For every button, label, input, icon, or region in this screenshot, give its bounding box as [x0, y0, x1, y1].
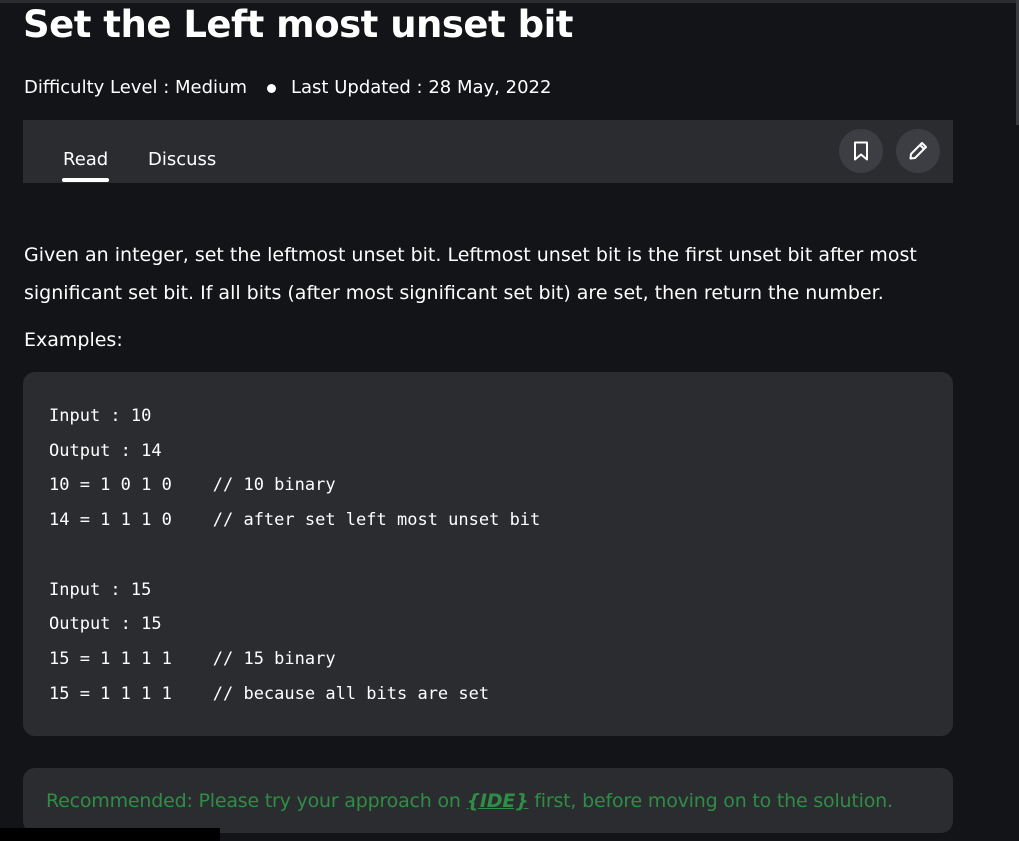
active-tab-indicator [62, 178, 109, 182]
separator-dot [267, 83, 276, 93]
recommendation-text: Recommended: Please try your approach on… [46, 788, 893, 814]
recommendation-suffix: first, before moving on to the solution. [528, 790, 893, 812]
bookmark-icon [854, 141, 868, 161]
edit-button[interactable] [896, 129, 940, 173]
example-code: Input : 10 Output : 14 10 = 1 0 1 0 // 1… [49, 406, 541, 704]
recommendation-box: Recommended: Please try your approach on… [23, 768, 953, 833]
examples-heading: Examples: [24, 329, 123, 351]
article-tab-bar: Read Discuss [23, 120, 953, 183]
article-meta: Difficulty Level : Medium Last Updated :… [24, 76, 551, 100]
difficulty-level: Difficulty Level : Medium [24, 77, 247, 98]
problem-description: Given an integer, set the leftmost unset… [24, 244, 917, 304]
bookmark-button[interactable] [839, 129, 883, 173]
example-code-block: Input : 10 Output : 14 10 = 1 0 1 0 // 1… [23, 372, 953, 736]
recommendation-prefix: Recommended: Please try your approach on [46, 790, 467, 812]
tab-discuss[interactable]: Discuss [148, 148, 216, 172]
page-title: Set the Left most unset bit [23, 3, 573, 46]
tab-read[interactable]: Read [63, 148, 108, 172]
last-updated: Last Updated : 28 May, 2022 [291, 77, 552, 98]
ide-link[interactable]: {IDE} [467, 790, 529, 812]
bottom-overlay-bar [0, 828, 220, 841]
pencil-icon [909, 142, 927, 160]
